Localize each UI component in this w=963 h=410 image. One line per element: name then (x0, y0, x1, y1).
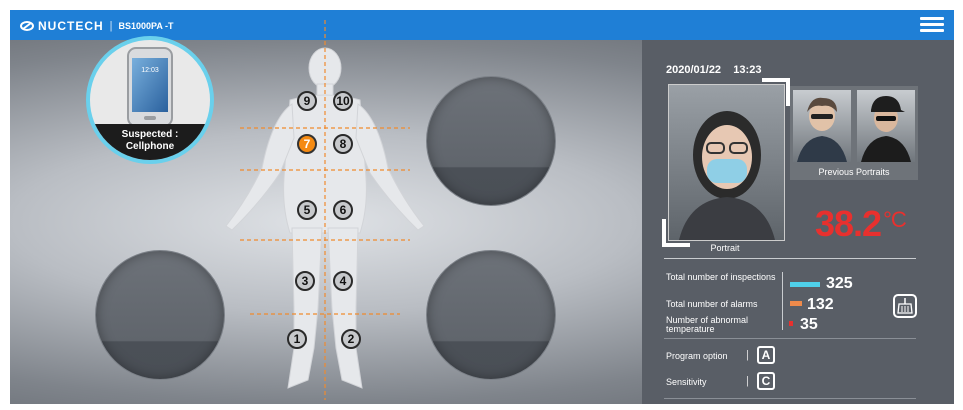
face-icon (797, 97, 847, 162)
zone-8-marker[interactable]: 8 (333, 134, 353, 154)
program-option-button[interactable]: A (757, 346, 775, 364)
broom-icon (897, 298, 913, 314)
body-silhouette (225, 20, 425, 400)
suspected-label: Suspected : Cellphone (90, 124, 210, 160)
phone-clock: 12:03 (141, 67, 159, 74)
stats-divider (782, 272, 783, 330)
portrait-label: Portrait (710, 243, 740, 253)
abnormal-temp-bar (789, 321, 793, 326)
zone-1-marker[interactable]: 1 (287, 329, 307, 349)
previous-portraits[interactable]: Previous Portraits (790, 86, 918, 180)
face-icon (679, 111, 775, 240)
zone-3-marker[interactable]: 3 (295, 271, 315, 291)
program-option-label: Program option (666, 351, 728, 361)
stat-alarms-label: Total number of alarms (666, 299, 758, 309)
face-icon (861, 96, 911, 162)
divider (664, 398, 916, 399)
program-option-separator: | (746, 349, 749, 361)
datetime: 2020/01/22 13:23 (666, 64, 761, 76)
zone-2-marker[interactable]: 2 (341, 329, 361, 349)
detected-item-circle[interactable]: 12:03 Suspected : Cellphone (86, 36, 214, 164)
previous-portraits-label: Previous Portraits (818, 167, 890, 177)
device-model: BS1000PA -T (118, 21, 174, 31)
suspected-item: Cellphone (125, 141, 175, 152)
zone-10-marker[interactable]: 10 (333, 91, 353, 111)
cellphone-icon: 12:03 (127, 47, 173, 127)
sensitivity-label: Sensitivity (666, 377, 707, 387)
zone-9-marker[interactable]: 9 (297, 91, 317, 111)
time: 13:23 (733, 64, 762, 76)
stat-abnormal-temp-label: Number of abnormal temperature (666, 315, 749, 334)
hamburger-menu-icon[interactable] (920, 14, 944, 34)
sensitivity-separator: | (746, 375, 749, 387)
nuctech-logo-icon (20, 21, 34, 31)
divider (664, 338, 916, 339)
frame-corner-top-right (762, 78, 790, 106)
temperature-reading: 38.2°C (815, 203, 907, 245)
brand-name: NUCTECH (38, 19, 104, 33)
app-frame: NUCTECH | BS1000PA -T 12:03 Suspected : … (0, 0, 963, 410)
temperature-value: 38.2 (815, 203, 882, 244)
abnormal-temp-count: 35 (800, 316, 818, 333)
zone-5-marker[interactable]: 5 (297, 200, 317, 220)
zone-6-marker[interactable]: 6 (333, 200, 353, 220)
previous-portrait-2[interactable] (857, 90, 915, 162)
zone-lines (240, 20, 410, 400)
portrait-image[interactable] (668, 84, 785, 241)
date: 2020/01/22 (666, 64, 722, 76)
temperature-unit: °C (883, 207, 907, 232)
alarms-count: 132 (807, 296, 834, 313)
inspections-bar (790, 282, 820, 287)
divider (664, 258, 916, 259)
stat-inspections-label: Total number of inspections (666, 272, 776, 282)
detection-slot-bottom-right (426, 250, 556, 380)
clear-counts-button[interactable] (893, 294, 917, 318)
zone-4-marker[interactable]: 4 (333, 271, 353, 291)
suspected-title: Suspected : (121, 129, 179, 140)
zone-7-marker-alarm[interactable]: 7 (297, 134, 317, 154)
brand-separator: | (109, 20, 113, 32)
detection-slot-top-right (426, 76, 556, 206)
previous-portrait-1[interactable] (793, 90, 851, 162)
detection-slot-bottom-left (95, 250, 225, 380)
brand: NUCTECH | BS1000PA -T (20, 19, 174, 33)
inspections-count: 325 (826, 275, 853, 292)
alarms-bar (790, 301, 802, 306)
sensitivity-button[interactable]: C (757, 372, 775, 390)
